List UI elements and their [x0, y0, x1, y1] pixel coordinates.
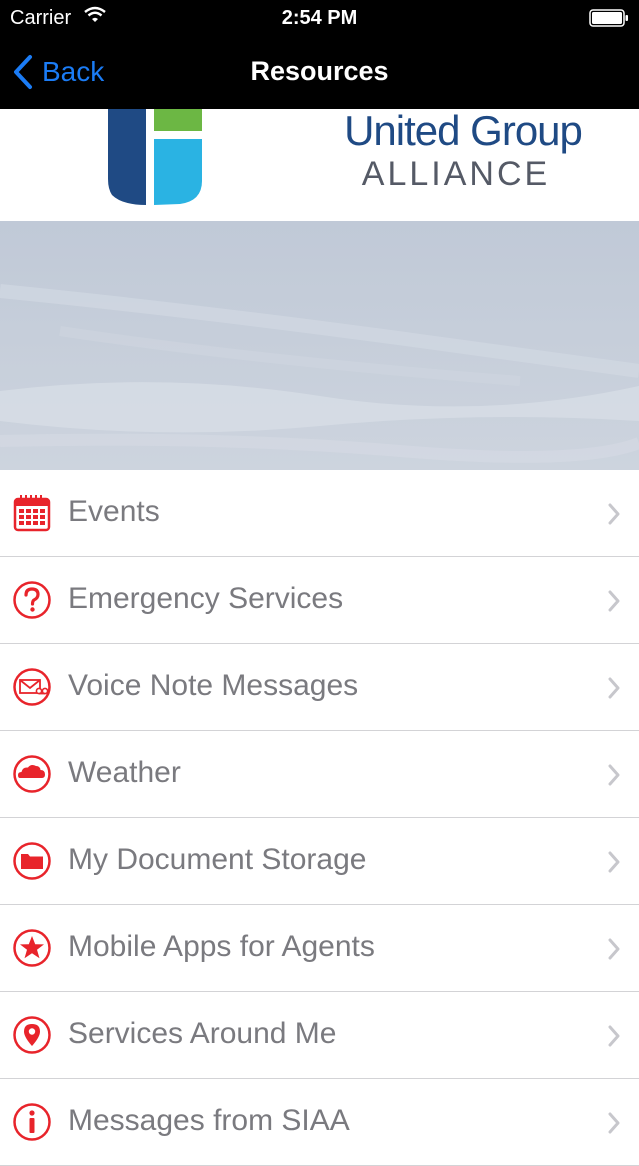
menu-item-my-document-storage[interactable]: My Document Storage [0, 818, 639, 905]
sky-banner-image [0, 221, 639, 470]
menu-item-label: Weather [68, 756, 181, 789]
menu-item-mobile-apps-for-agents[interactable]: Mobile Apps for Agents [0, 905, 639, 992]
menu-item-label: My Document Storage [68, 843, 367, 876]
menu-item-label: Services Around Me [68, 1017, 337, 1050]
status-bar: Carrier 2:54 PM [0, 0, 639, 36]
svg-text:ALLIANCE: ALLIANCE [362, 155, 550, 193]
menu-item-services-around-me[interactable]: Services Around Me [0, 992, 639, 1079]
cloud-wisps [0, 284, 639, 463]
chevron-right-icon [608, 503, 620, 525]
menu-item-voice-note-messages[interactable]: Voice Note Messages [0, 644, 639, 731]
united-group-alliance-wordmark: United Group ALLIANCE [344, 109, 583, 193]
status-time: 2:54 PM [281, 7, 358, 29]
navigation-bar: Back Resources [0, 36, 639, 109]
cloud-icon [13, 755, 51, 793]
chevron-right-icon [608, 590, 620, 612]
menu-item-label: Messages from SIAA [68, 1104, 350, 1137]
folder-icon [13, 842, 51, 880]
logo-header: United Group ALLIANCE [0, 109, 639, 221]
menu-item-label: Voice Note Messages [68, 669, 359, 702]
menu-item-messages-from-siaa[interactable]: Messages from SIAA [0, 1079, 639, 1166]
chevron-right-icon [608, 764, 620, 786]
resources-menu: Events Emergency Services Voice Note Mes… [0, 470, 639, 1166]
menu-item-label: Emergency Services [68, 582, 344, 615]
united-group-logo-mark [108, 109, 202, 205]
calendar-icon [13, 495, 51, 532]
chevron-right-icon [608, 677, 620, 699]
menu-item-emergency-services[interactable]: Emergency Services [0, 557, 639, 644]
location-pin-icon [13, 1016, 51, 1054]
menu-item-label: Events [68, 495, 160, 528]
chevron-right-icon [608, 851, 620, 873]
svg-text:United Group: United Group [344, 109, 582, 154]
menu-item-weather[interactable]: Weather [0, 731, 639, 818]
question-icon [13, 581, 51, 619]
page-title: Resources [250, 56, 389, 86]
star-icon [13, 929, 51, 967]
voicemail-icon [13, 668, 51, 706]
menu-item-events[interactable]: Events [0, 470, 639, 557]
battery-icon [589, 9, 628, 27]
chevron-right-icon [608, 938, 620, 960]
chevron-right-icon [608, 1025, 620, 1047]
info-icon [13, 1103, 51, 1141]
chevron-right-icon [608, 1112, 620, 1134]
menu-item-label: Mobile Apps for Agents [68, 930, 375, 963]
